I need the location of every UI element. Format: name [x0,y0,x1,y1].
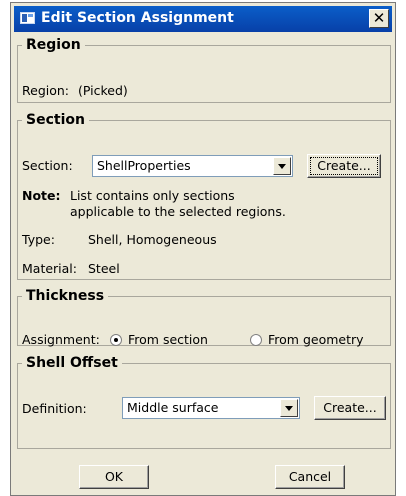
material-value: Steel [88,261,120,276]
note-label: Note: [22,188,61,203]
assignment-label: Assignment: [22,332,100,347]
note-line-1: List contains only sections [70,188,235,203]
note-line-2: applicable to the selected regions. [70,204,286,219]
cancel-button[interactable]: Cancel [275,465,345,489]
ok-button[interactable]: OK [79,465,149,489]
shell-offset-group: Shell Offset Definition: Middle surface … [17,355,391,449]
app-icon [20,12,35,24]
definition-select-value: Middle surface [127,400,219,415]
section-select[interactable]: ShellProperties [92,155,293,177]
section-label: Section: [22,158,73,173]
material-label: Material: [22,261,77,276]
definition-select[interactable]: Middle surface [122,397,300,419]
region-legend: Region [26,37,81,53]
type-value: Shell, Homogeneous [88,232,217,247]
region-value: (Picked) [78,83,128,98]
section-group: Section Section: ShellProperties Create.… [17,112,391,280]
close-icon: ✕ [372,9,386,27]
definition-create-button[interactable]: Create... [314,396,386,420]
radio-from-section-label[interactable]: From section [128,332,208,347]
section-create-button[interactable]: Create... [307,154,381,178]
section-select-value: ShellProperties [97,158,191,173]
chevron-down-icon[interactable] [280,399,298,417]
radio-from-geometry[interactable] [250,334,262,346]
region-label: Region: [22,83,70,98]
chevron-down-icon[interactable] [273,157,291,175]
dialog-title: Edit Section Assignment [41,10,234,26]
thickness-group: Thickness Assignment: From section From … [17,288,391,347]
close-button[interactable]: ✕ [369,9,389,28]
thickness-legend: Thickness [26,288,105,304]
region-group: Region Region: (Picked) [17,37,391,103]
edit-section-assignment-dialog: Edit Section Assignment ✕ Region Region:… [10,2,396,496]
section-legend: Section [26,112,85,128]
shell-offset-legend: Shell Offset [26,355,118,371]
radio-from-section[interactable] [110,334,122,346]
definition-label: Definition: [22,401,87,416]
title-bar[interactable]: Edit Section Assignment ✕ [14,6,392,32]
radio-from-geometry-label[interactable]: From geometry [268,332,364,347]
type-label: Type: [22,232,55,247]
